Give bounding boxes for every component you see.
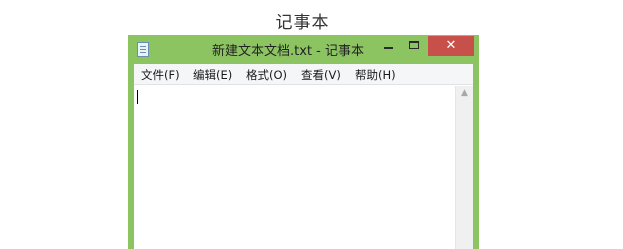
text-editor-area[interactable]: [134, 86, 455, 249]
close-icon: ✕: [445, 38, 457, 53]
menu-item-format[interactable]: 格式(O): [246, 67, 287, 83]
page-caption: 记事本: [275, 13, 330, 33]
menu-item-edit[interactable]: 编辑(E): [193, 67, 232, 83]
scroll-up-icon[interactable]: ▲: [456, 87, 473, 99]
menu-item-view[interactable]: 查看(V): [301, 67, 341, 83]
maximize-button[interactable]: [402, 36, 427, 56]
menu-item-file[interactable]: 文件(F): [141, 67, 180, 83]
maximize-icon: [409, 41, 419, 49]
vertical-scrollbar[interactable]: ▲: [455, 86, 473, 249]
menu-bar: 文件(F) 编辑(E) 格式(O) 查看(V) 帮助(H): [134, 64, 473, 85]
minimize-button[interactable]: [376, 36, 401, 56]
minimize-icon: [384, 47, 393, 49]
close-button[interactable]: ✕: [428, 36, 474, 56]
menu-item-help[interactable]: 帮助(H): [355, 67, 396, 83]
window-client-area: 文件(F) 编辑(E) 格式(O) 查看(V) 帮助(H) ▲: [134, 64, 473, 249]
notepad-window: 新建文本文档.txt - 记事本 ✕ 文件(F) 编辑(E) 格式(O) 查看(…: [128, 35, 479, 249]
title-bar[interactable]: 新建文本文档.txt - 记事本 ✕: [128, 35, 479, 63]
text-caret: [137, 90, 138, 104]
